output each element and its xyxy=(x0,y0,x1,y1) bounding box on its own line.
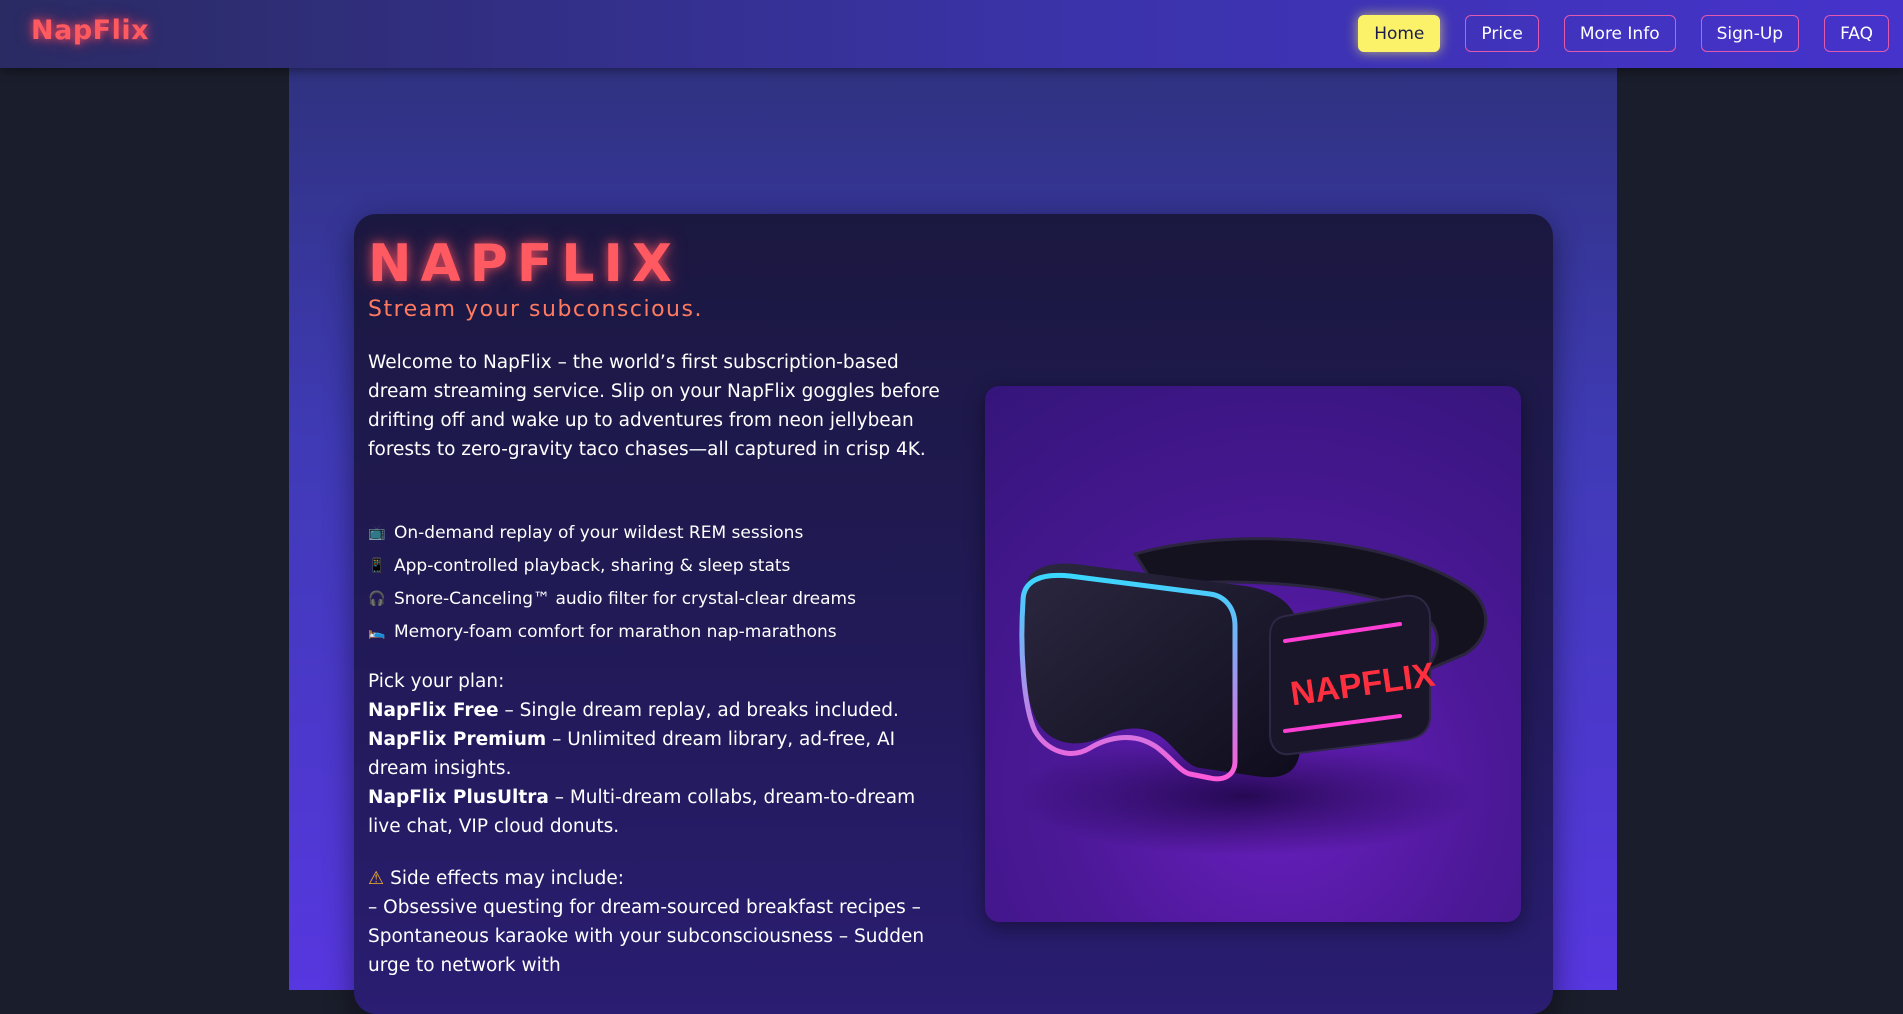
feature-text: Snore-Canceling™ audio filter for crysta… xyxy=(394,588,856,609)
plan-free: NapFlix Free – Single dream replay, ad b… xyxy=(368,696,943,725)
headphones-icon: 🎧 xyxy=(368,590,386,607)
bed-icon: 🛌 xyxy=(368,623,386,640)
plan-name: NapFlix Premium xyxy=(368,729,547,750)
plans-intro: Pick your plan: xyxy=(368,671,505,692)
nav-links: Home Price More Info Sign-Up FAQ xyxy=(1358,15,1889,52)
tv-icon: 📺 xyxy=(368,524,386,541)
warning-icon: ⚠ xyxy=(368,868,385,889)
warning-text: – Obsessive questing for dream-sourced b… xyxy=(368,897,925,976)
nav-price-button[interactable]: Price xyxy=(1465,15,1539,52)
plan-premium: NapFlix Premium – Unlimited dream librar… xyxy=(368,725,943,783)
vr-goggles-illustration: NAPFLIX xyxy=(1015,537,1488,856)
warning-title-row: ⚠ Side effects may include: xyxy=(368,864,943,893)
feature-text: App-controlled playback, sharing & sleep… xyxy=(394,555,791,576)
plan-name: NapFlix Free xyxy=(368,700,499,721)
feature-list: 📺 On-demand replay of your wildest REM s… xyxy=(368,516,943,648)
side-effects-warning: ⚠ Side effects may include: – Obsessive q… xyxy=(368,864,943,980)
feature-item: 🎧 Snore-Canceling™ audio filter for crys… xyxy=(368,582,943,615)
brand-logo[interactable]: NapFlix xyxy=(31,15,149,46)
hero-title: NAPFLIX xyxy=(368,234,681,294)
vr-goggles-image: NAPFLIX xyxy=(985,386,1521,922)
nav-faq-button[interactable]: FAQ xyxy=(1824,15,1889,52)
plans-section: Pick your plan: NapFlix Free – Single dr… xyxy=(368,667,943,841)
top-navbar: NapFlix Home Price More Info Sign-Up FAQ xyxy=(0,0,1903,68)
feature-item: 📱 App-controlled playback, sharing & sle… xyxy=(368,549,943,582)
plan-desc: – Single dream replay, ad breaks include… xyxy=(498,700,899,721)
nav-more-info-button[interactable]: More Info xyxy=(1563,15,1676,52)
nav-sign-up-button[interactable]: Sign-Up xyxy=(1700,15,1800,52)
plan-plusultra: NapFlix PlusUltra – Multi-dream collabs,… xyxy=(368,783,943,841)
phone-icon: 📱 xyxy=(368,557,386,574)
warning-title: Side effects may include: xyxy=(390,868,624,889)
feature-text: Memory-foam comfort for marathon nap-mar… xyxy=(394,621,837,642)
nav-home-button[interactable]: Home xyxy=(1358,15,1441,52)
hero-tagline: Stream your subconscious. xyxy=(368,297,703,322)
plan-name: NapFlix PlusUltra xyxy=(368,787,549,808)
feature-item: 🛌 Memory-foam comfort for marathon nap-m… xyxy=(368,615,943,648)
hero-intro: Welcome to NapFlix – the world’s first s… xyxy=(368,352,940,460)
feature-item: 📺 On-demand replay of your wildest REM s… xyxy=(368,516,943,549)
feature-text: On-demand replay of your wildest REM ses… xyxy=(394,522,804,543)
